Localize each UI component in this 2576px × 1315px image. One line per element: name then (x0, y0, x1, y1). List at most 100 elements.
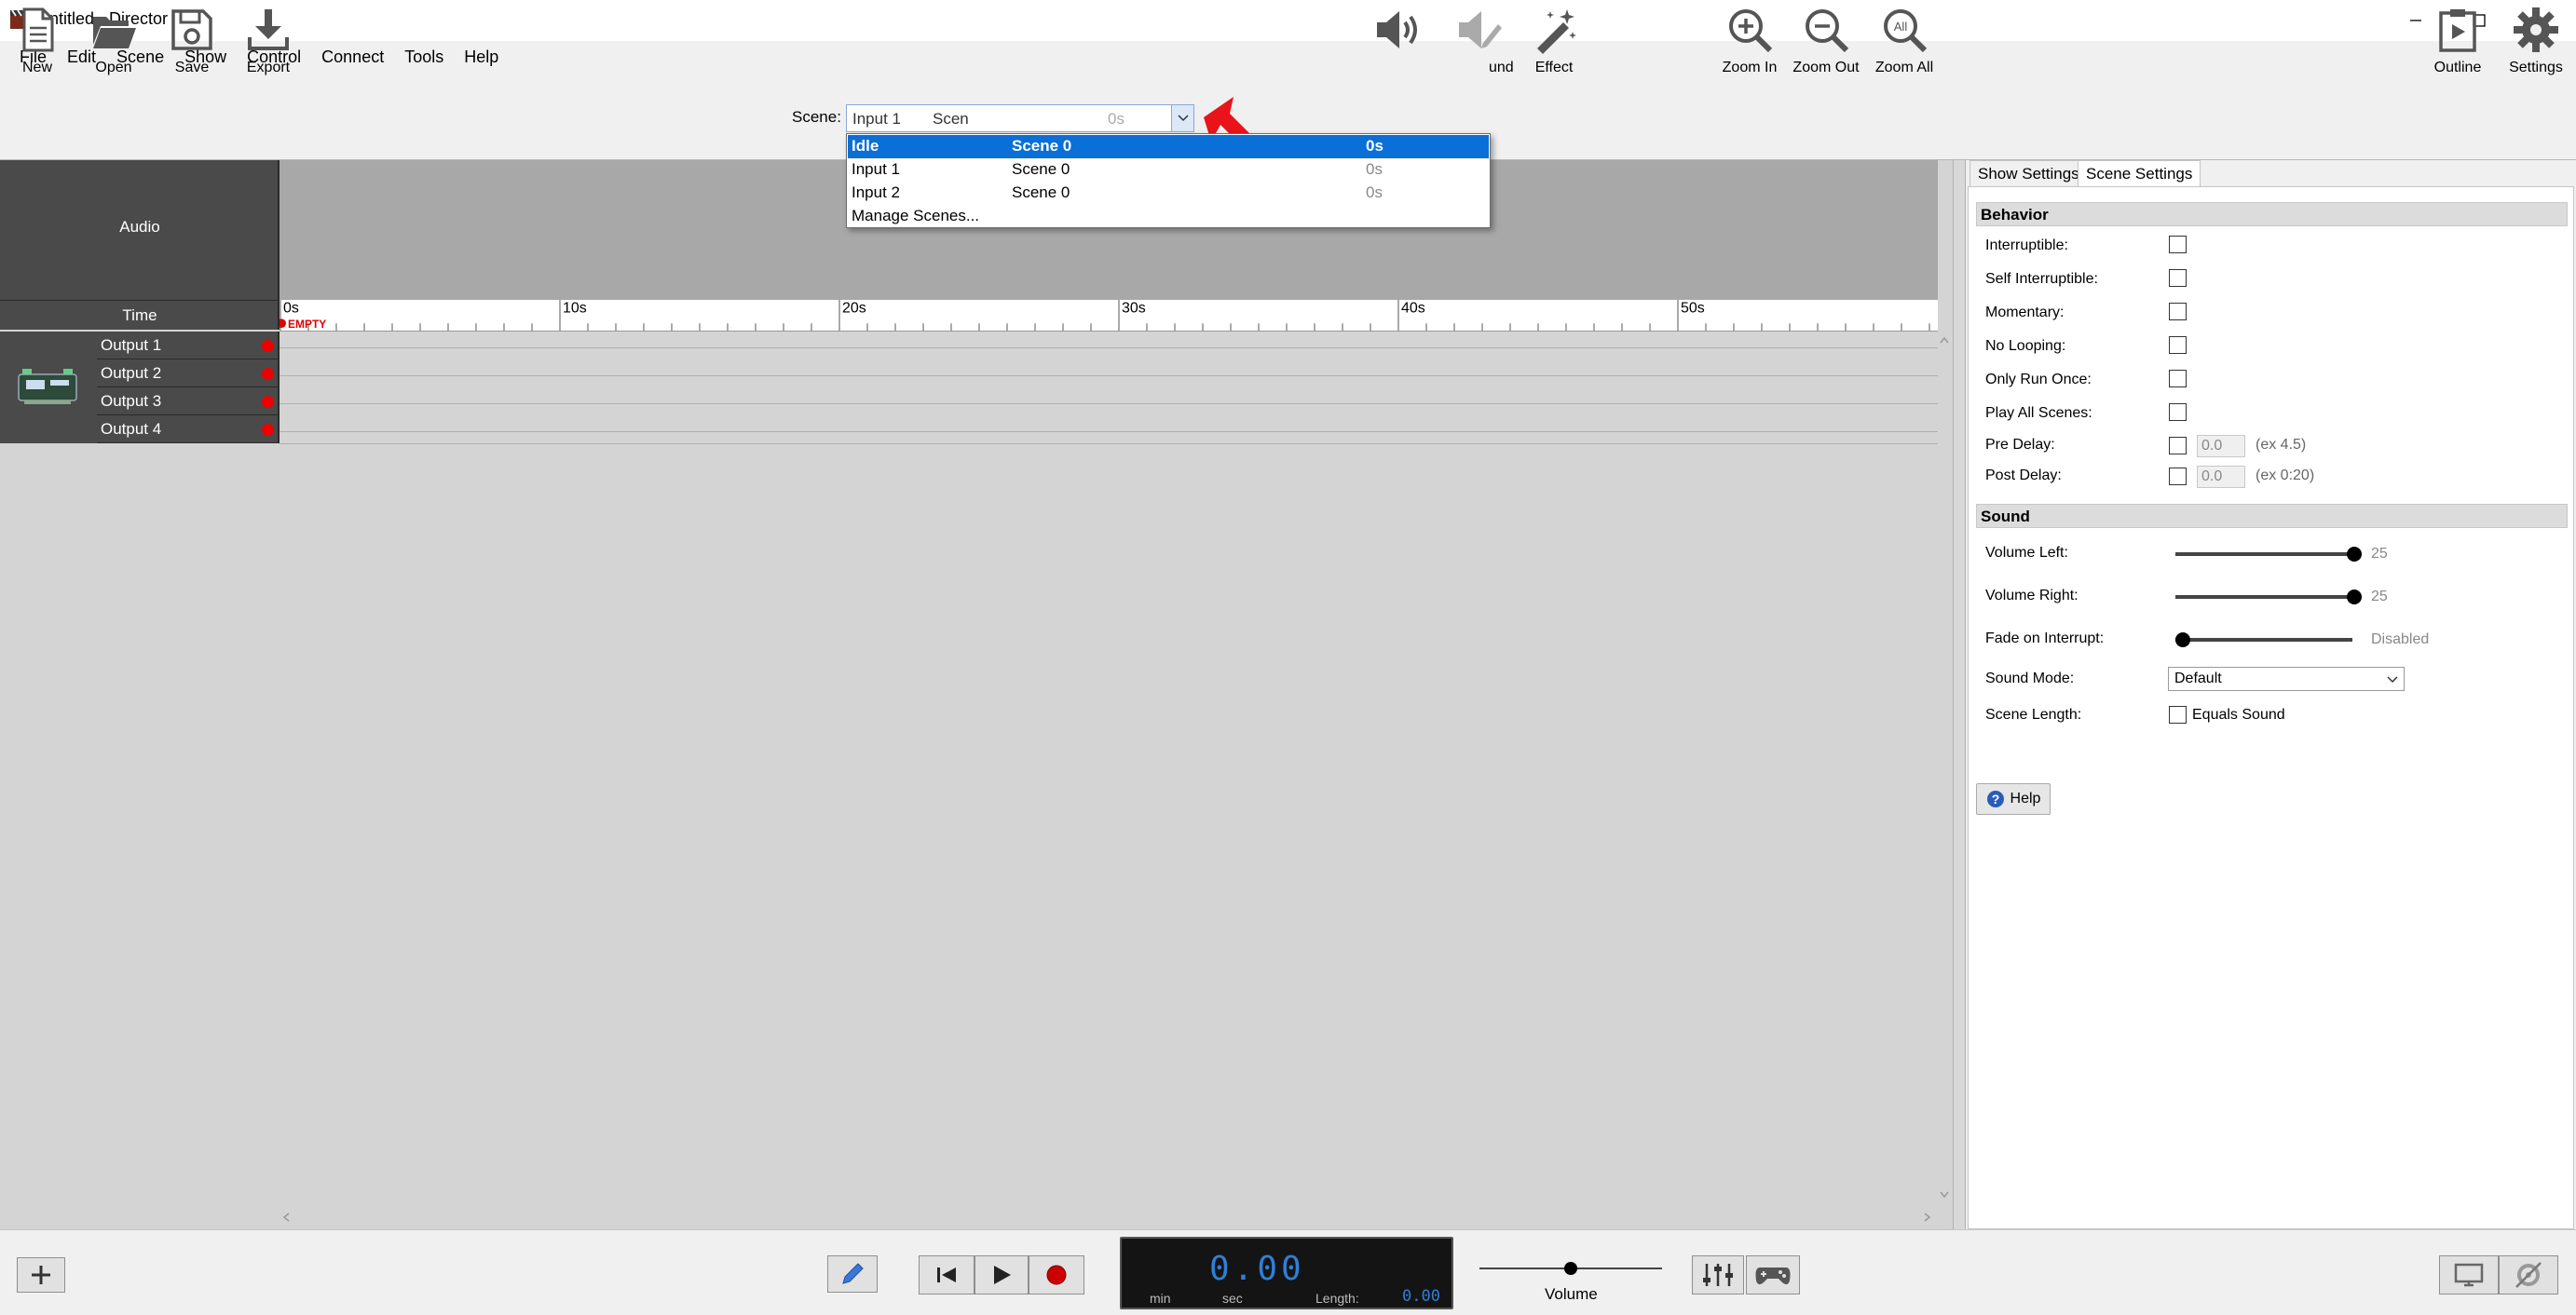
pre-delay-checkbox[interactable] (2169, 437, 2187, 454)
export-button[interactable]: Export (231, 6, 306, 86)
add-track-button[interactable] (17, 1257, 65, 1293)
menu-tools[interactable]: Tools (394, 41, 454, 73)
ruler-tick-label: 50s (1681, 301, 1705, 317)
panel-splitter[interactable] (1953, 160, 1966, 1229)
volume-right-slider[interactable] (2175, 589, 2362, 605)
slider-thumb[interactable] (2175, 632, 2190, 647)
output-row-4[interactable]: Output 4 (97, 415, 279, 443)
playhead-marker-icon[interactable] (279, 319, 286, 329)
open-button[interactable]: Open (76, 6, 151, 86)
zoom-out-button[interactable]: Zoom Out (1789, 6, 1863, 86)
equals-sound-checkbox[interactable] (2169, 706, 2187, 724)
scene-label: Scene: (792, 108, 841, 126)
interruptible-checkbox[interactable] (2169, 236, 2187, 253)
momentary-checkbox[interactable] (2169, 303, 2187, 320)
fade-on-interrupt-slider[interactable] (2175, 631, 2358, 648)
pencil-icon (842, 1263, 864, 1284)
volume-right-value: 25 (2371, 589, 2388, 604)
pre-delay-input[interactable]: 0.0 (2197, 435, 2245, 457)
volume-left-slider[interactable] (2175, 546, 2362, 563)
output-row-1[interactable]: Output 1 (97, 332, 279, 359)
pre-delay-hint: (ex 4.5) (2256, 437, 2307, 453)
record-dot-icon (262, 368, 274, 380)
timeline-horizontal-scrollbar[interactable] (279, 1207, 1938, 1227)
gamepad-button[interactable] (1746, 1255, 1800, 1295)
monitor-icon (2454, 1263, 2484, 1287)
menu-help[interactable]: Help (454, 41, 509, 73)
interruptible-label: Interruptible: (1985, 237, 2068, 253)
sound-button[interactable] (1358, 6, 1433, 86)
sound-mode-select[interactable]: Default (2168, 667, 2405, 691)
disconnected-gear-icon (2515, 1262, 2542, 1288)
volume-slider-thumb[interactable] (1564, 1262, 1577, 1275)
dropdown-toggle[interactable] (1171, 105, 1193, 131)
edit-pencil-button[interactable] (827, 1255, 878, 1293)
fade-on-interrupt-value: Disabled (2371, 631, 2430, 647)
title-bar: Untitled - Director (0, 0, 2576, 41)
menu-bar: File Edit Scene Show Control Connect Too… (0, 41, 2576, 73)
scene-option-input-2[interactable]: Input 2 Scene 0 0s (848, 182, 1489, 205)
play-all-scenes-checkbox[interactable] (2169, 403, 2187, 421)
skip-back-button[interactable] (919, 1255, 975, 1295)
track-divider (279, 431, 1938, 432)
empty-marker-label: EMPTY (288, 318, 326, 331)
volume-left-label: Volume Left: (1985, 545, 2068, 561)
tab-scene-settings[interactable]: Scene Settings (2078, 160, 2201, 186)
time-ruler[interactable]: 0s 10s 20s 30s 40s 50s EMPTY (279, 300, 1938, 332)
zoom-all-icon: All (1884, 9, 1928, 53)
scene-option-input-1[interactable]: Input 1 Scene 0 0s (848, 158, 1489, 182)
sound-mode-label: Sound Mode: (1985, 671, 2075, 686)
only-run-once-checkbox[interactable] (2169, 370, 2187, 387)
display-output-button[interactable] (2439, 1255, 2499, 1295)
min-label: min (1150, 1291, 1171, 1306)
save-button[interactable]: Save (155, 6, 229, 86)
sound-edit-button[interactable]: und (1440, 6, 1515, 86)
effect-button[interactable]: Effect (1517, 6, 1591, 86)
output-row-3[interactable]: Output 3 (97, 387, 279, 415)
volume-label: Volume (1545, 1285, 1598, 1303)
outline-button[interactable]: Outline (2420, 6, 2495, 86)
help-button[interactable]: ? Help (1976, 783, 2051, 815)
tab-show-settings[interactable]: Show Settings (1969, 160, 2088, 186)
post-delay-hint: (ex 0:20) (2256, 468, 2315, 483)
scroll-left-icon (282, 1213, 290, 1222)
zoom-in-button[interactable]: Zoom In (1712, 6, 1787, 86)
chevron-down-icon (2387, 676, 2398, 684)
self-interruptible-checkbox[interactable] (2169, 269, 2187, 287)
slider-thumb[interactable] (2347, 547, 2362, 562)
zoom-all-badge: All (1894, 20, 1908, 34)
settings-button[interactable]: Settings (2499, 6, 2573, 86)
scene-dropdown-list: Idle Scene 0 0s Input 1 Scene 0 0s Input… (846, 133, 1491, 228)
output-row-2[interactable]: Output 2 (97, 359, 279, 387)
record-dot-icon (262, 424, 274, 436)
chevron-down-icon (1177, 115, 1189, 122)
zoom-in-icon (1729, 9, 1773, 53)
new-button[interactable]: New (0, 6, 75, 86)
post-delay-input[interactable]: 0.0 (2197, 466, 2245, 488)
disconnected-device-button[interactable] (2499, 1255, 2558, 1295)
time-display: 0.00 min sec Length: 0.00 (1120, 1237, 1453, 1309)
only-run-once-label: Only Run Once: (1985, 372, 2092, 387)
manage-scenes-item[interactable]: Manage Scenes... (848, 205, 1489, 228)
slider-thumb[interactable] (2347, 590, 2362, 604)
menu-connect[interactable]: Connect (311, 41, 394, 73)
no-looping-checkbox[interactable] (2169, 336, 2187, 354)
ruler-tick-label: 40s (1401, 301, 1425, 317)
ruler-tick-label: 0s (283, 301, 299, 317)
time-header: Time (0, 300, 279, 330)
zoom-all-button[interactable]: All Zoom All (1867, 6, 1942, 86)
audio-track-header: Audio (0, 160, 279, 300)
gear-icon (2514, 7, 2558, 52)
scene-option-idle[interactable]: Idle Scene 0 0s (848, 135, 1489, 158)
scene-selector-combobox[interactable]: Input 1 Scen 0s (846, 104, 1194, 132)
post-delay-checkbox[interactable] (2169, 468, 2187, 485)
play-button[interactable] (975, 1255, 1029, 1295)
timeline-vertical-scrollbar[interactable] (1938, 332, 1951, 1207)
track-divider (279, 403, 1938, 404)
fade-on-interrupt-label: Fade on Interrupt: (1985, 630, 2105, 646)
length-label: Length: (1315, 1291, 1359, 1306)
master-volume-slider[interactable] (1479, 1259, 1662, 1278)
scroll-down-icon (1940, 1191, 1949, 1199)
mixer-button[interactable] (1692, 1255, 1744, 1295)
record-button[interactable] (1029, 1255, 1084, 1295)
